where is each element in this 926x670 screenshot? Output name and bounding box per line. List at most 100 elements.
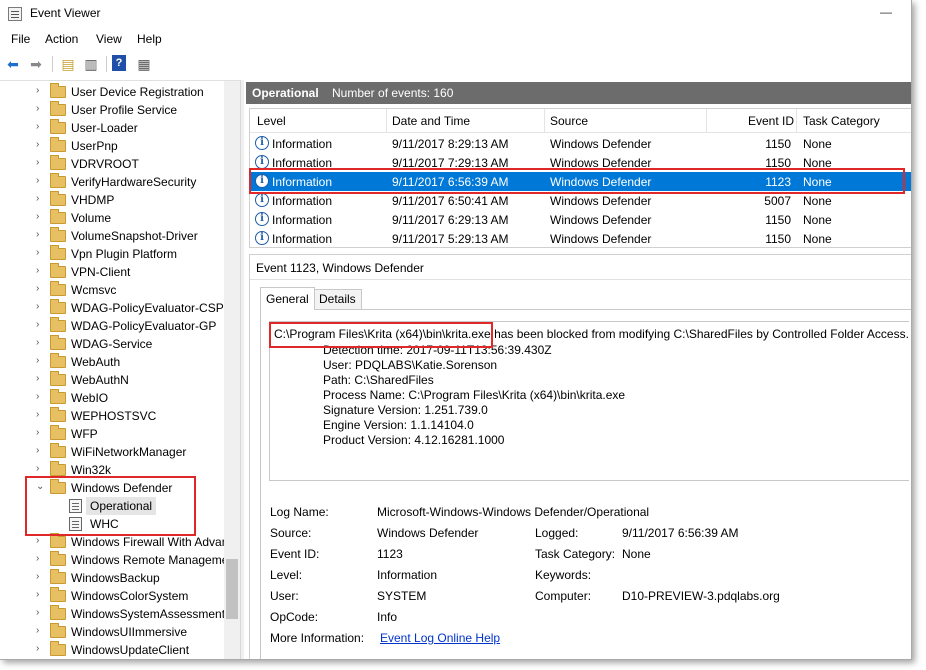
forward-arrow-icon[interactable]: ➡ bbox=[27, 55, 45, 73]
tree-item[interactable]: › User-Loader bbox=[0, 119, 240, 137]
event-row[interactable]: i Information 9/11/2017 5:29:13 AM Windows … bbox=[250, 229, 911, 248]
event-row[interactable]: i Information 9/11/2017 6:29:13 AM Windows … bbox=[250, 210, 911, 229]
chevron-right-icon[interactable]: › bbox=[36, 391, 39, 402]
tree-item[interactable]: › WindowsUIImmersive bbox=[0, 623, 240, 641]
source-value: Windows Defender bbox=[377, 526, 479, 540]
tree-item[interactable]: › WFP bbox=[0, 425, 240, 443]
tree-item[interactable]: › VHDMP bbox=[0, 191, 240, 209]
chevron-right-icon[interactable]: › bbox=[36, 301, 39, 312]
column-task-category[interactable]: Task Category bbox=[803, 114, 880, 128]
chevron-right-icon[interactable]: › bbox=[36, 463, 39, 474]
column-date-time[interactable]: Date and Time bbox=[392, 114, 470, 128]
event-date: 9/11/2017 5:29:13 AM bbox=[392, 232, 509, 246]
show-tree-icon[interactable]: ▥ bbox=[82, 55, 100, 73]
tree-item[interactable]: › VerifyHardwareSecurity bbox=[0, 173, 240, 191]
tree-item[interactable]: › WebIO bbox=[0, 389, 240, 407]
chevron-right-icon[interactable]: › bbox=[36, 103, 39, 114]
tree-item[interactable]: › Vpn Plugin Platform bbox=[0, 245, 240, 263]
selected-event-highlight bbox=[249, 168, 905, 194]
folder-icon bbox=[50, 389, 66, 404]
logged-label: Logged: bbox=[535, 526, 579, 540]
chevron-right-icon[interactable]: › bbox=[36, 553, 39, 564]
log-name-label: Log Name: bbox=[270, 505, 329, 519]
chevron-right-icon[interactable]: › bbox=[36, 229, 39, 240]
chevron-right-icon[interactable]: › bbox=[36, 265, 39, 276]
folder-icon bbox=[50, 101, 66, 116]
description-line: Path: C:\SharedFiles bbox=[323, 373, 434, 387]
tree-scrollbar-thumb[interactable] bbox=[226, 559, 238, 619]
tree-item[interactable]: › VPN-Client bbox=[0, 263, 240, 281]
tree-item[interactable]: › VolumeSnapshot-Driver bbox=[0, 227, 240, 245]
event-log-online-help-link[interactable]: Event Log Online Help bbox=[380, 631, 500, 645]
tree-item[interactable]: › WDAG-PolicyEvaluator-GP bbox=[0, 317, 240, 335]
tree-item[interactable]: › WEPHOSTSVC bbox=[0, 407, 240, 425]
tree-item[interactable]: › WDAG-Service bbox=[0, 335, 240, 353]
keywords-label: Keywords: bbox=[535, 568, 592, 582]
column-level[interactable]: Level bbox=[257, 114, 286, 128]
chevron-right-icon[interactable]: › bbox=[36, 211, 39, 222]
chevron-right-icon[interactable]: › bbox=[36, 157, 39, 168]
help-icon[interactable]: ? bbox=[112, 55, 126, 71]
chevron-right-icon[interactable]: › bbox=[36, 589, 39, 600]
pane-splitter[interactable] bbox=[240, 80, 244, 659]
chevron-right-icon[interactable]: › bbox=[36, 337, 39, 348]
event-date: 9/11/2017 6:29:13 AM bbox=[392, 213, 509, 227]
menu-help[interactable]: Help bbox=[137, 32, 162, 46]
chevron-right-icon[interactable]: › bbox=[36, 355, 39, 366]
chevron-right-icon[interactable]: › bbox=[36, 121, 39, 132]
chevron-right-icon[interactable]: › bbox=[36, 427, 39, 438]
tree-item-label: User Profile Service bbox=[71, 103, 178, 117]
tree-item[interactable]: › WDAG-PolicyEvaluator-CSP bbox=[0, 299, 240, 317]
tab-details[interactable]: Details bbox=[313, 289, 362, 309]
chevron-right-icon[interactable]: › bbox=[36, 409, 39, 420]
tree-item[interactable]: › WebAuthN bbox=[0, 371, 240, 389]
log-name-value: Microsoft-Windows-Windows Defender/Opera… bbox=[377, 505, 650, 519]
menu-file[interactable]: File bbox=[11, 32, 30, 46]
title-bar: Event Viewer — bbox=[0, 0, 911, 28]
tab-general[interactable]: General bbox=[260, 287, 315, 310]
tree-item[interactable]: › Windows Remote Management bbox=[0, 551, 240, 569]
chevron-right-icon[interactable]: › bbox=[36, 571, 39, 582]
tree-item[interactable]: › WindowsUpdateClient bbox=[0, 641, 240, 659]
tree-item[interactable]: › VDRVROOT bbox=[0, 155, 240, 173]
tree-item[interactable]: › Volume bbox=[0, 209, 240, 227]
tree-item[interactable]: › UserPnp bbox=[0, 137, 240, 155]
description-line: Process Name: C:\Program Files\Krita (x6… bbox=[323, 388, 626, 402]
chevron-right-icon[interactable]: › bbox=[36, 643, 39, 654]
folder-icon bbox=[50, 281, 66, 296]
path-highlight bbox=[269, 322, 493, 348]
minimize-button[interactable]: — bbox=[878, 5, 894, 21]
chevron-right-icon[interactable]: › bbox=[36, 85, 39, 96]
chevron-right-icon[interactable]: › bbox=[36, 625, 39, 636]
information-icon: i bbox=[255, 136, 269, 150]
menu-action[interactable]: Action bbox=[45, 32, 78, 46]
event-row[interactable]: i Information 9/11/2017 8:29:13 AM Windows … bbox=[250, 134, 911, 153]
tree-item[interactable]: › User Profile Service bbox=[0, 101, 240, 119]
chevron-right-icon[interactable]: › bbox=[36, 319, 39, 330]
chevron-right-icon[interactable]: › bbox=[36, 283, 39, 294]
chevron-right-icon[interactable]: › bbox=[36, 175, 39, 186]
tree-item[interactable]: › WebAuth bbox=[0, 353, 240, 371]
tree-item-label: WFP bbox=[71, 427, 98, 441]
chevron-right-icon[interactable]: › bbox=[36, 445, 39, 456]
chevron-right-icon[interactable]: › bbox=[36, 193, 39, 204]
tree-item[interactable]: › WindowsBackup bbox=[0, 569, 240, 587]
tree-item[interactable]: › WindowsColorSystem bbox=[0, 587, 240, 605]
menu-view[interactable]: View bbox=[96, 32, 122, 46]
chevron-right-icon[interactable]: › bbox=[36, 247, 39, 258]
chevron-right-icon[interactable]: › bbox=[36, 373, 39, 384]
chevron-right-icon[interactable]: › bbox=[36, 535, 39, 546]
tree-item[interactable]: › WindowsSystemAssessmentTool bbox=[0, 605, 240, 623]
folder-icon bbox=[50, 551, 66, 566]
chevron-right-icon[interactable]: › bbox=[36, 607, 39, 618]
tree-item[interactable]: › WiFiNetworkManager bbox=[0, 443, 240, 461]
chevron-right-icon[interactable]: › bbox=[36, 139, 39, 150]
folder-icon bbox=[50, 83, 66, 98]
column-event-id[interactable]: Event ID bbox=[748, 114, 794, 128]
tree-item[interactable]: › User Device Registration bbox=[0, 83, 240, 101]
tree-item[interactable]: › Wcmsvc bbox=[0, 281, 240, 299]
up-folder-icon[interactable]: ▤ bbox=[59, 55, 77, 73]
column-source[interactable]: Source bbox=[550, 114, 588, 128]
back-arrow-icon[interactable]: ⬅ bbox=[4, 55, 22, 73]
properties-icon[interactable]: ▦ bbox=[135, 55, 153, 73]
